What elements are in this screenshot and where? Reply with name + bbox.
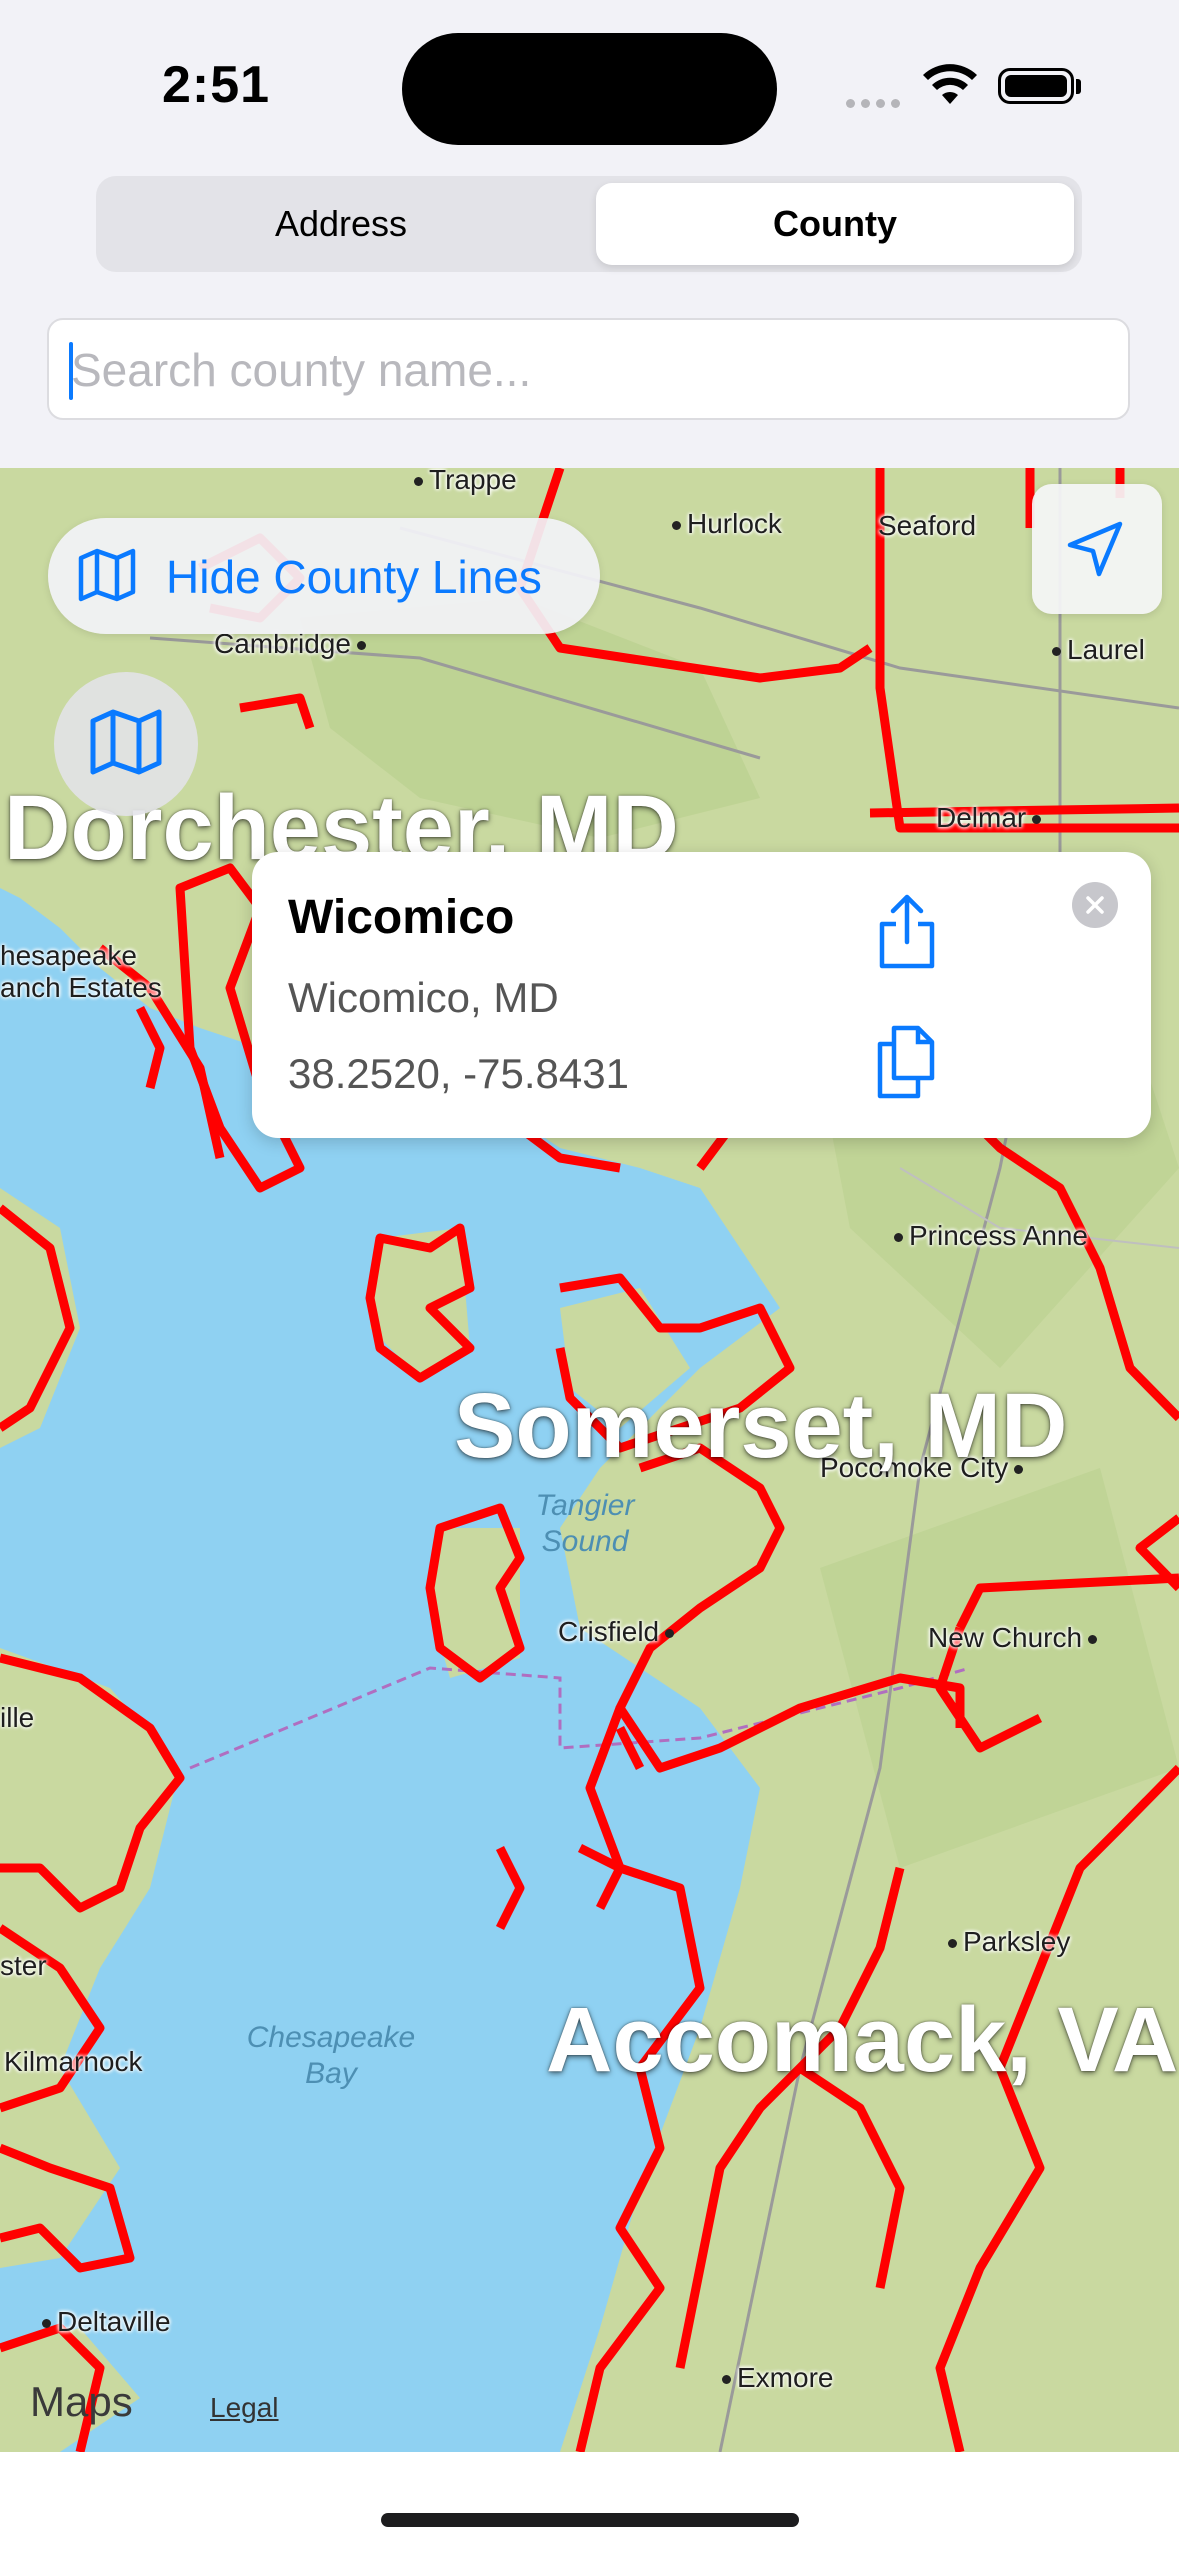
segment-county[interactable]: County bbox=[596, 183, 1074, 265]
place-laurel: Laurel bbox=[1052, 634, 1145, 666]
county-label-somerset: Somerset, MD bbox=[454, 1375, 1068, 1477]
legal-link[interactable]: Legal bbox=[210, 2392, 279, 2424]
segment-address[interactable]: Address bbox=[102, 183, 580, 265]
place-deltaville: Deltaville bbox=[42, 2306, 171, 2338]
text-caret bbox=[69, 342, 73, 400]
popup-subtitle: Wicomico, MD bbox=[288, 974, 559, 1021]
battery-icon bbox=[998, 68, 1074, 104]
home-indicator[interactable] bbox=[381, 2513, 799, 2527]
hide-county-lines-label: Hide County Lines bbox=[166, 551, 542, 603]
place-ille: ille bbox=[0, 1702, 35, 1733]
water-label-chesapeake-bay: Chesapeake Bay bbox=[246, 2021, 416, 2090]
current-location-button[interactable] bbox=[1032, 484, 1162, 614]
county-info-popup: Wicomico Wicomico, MD 38.2520, -75.8431 bbox=[252, 852, 1151, 1138]
place-new-church: New Church bbox=[928, 1622, 1103, 1654]
battery-cap bbox=[1076, 79, 1081, 94]
close-icon bbox=[1086, 896, 1104, 914]
place-delmar: Delmar bbox=[936, 802, 1047, 834]
search-mode-segmented-control: Address County bbox=[96, 176, 1082, 272]
place-crisfield: Crisfield bbox=[558, 1616, 680, 1648]
search-input[interactable] bbox=[69, 334, 1093, 406]
map-icon bbox=[78, 548, 136, 602]
county-label-accomack: Accomack, VA bbox=[546, 1989, 1179, 2091]
place-chesapeake-ranch-2: anch Estates bbox=[0, 972, 162, 1003]
apple-maps-logo: Maps bbox=[30, 2378, 133, 2425]
cellular-signal-icon bbox=[846, 95, 906, 113]
popup-title: Wicomico bbox=[288, 891, 515, 944]
status-time: 2:51 bbox=[162, 56, 271, 114]
popup-coordinates: 38.2520, -75.8431 bbox=[288, 1050, 629, 1097]
share-button[interactable] bbox=[872, 892, 942, 972]
map-view[interactable]: Trappe Hurlock Seaford Cambridge Laurel … bbox=[0, 468, 1179, 2452]
search-field bbox=[47, 318, 1130, 420]
place-kilmarnock: Kilmarnock bbox=[4, 2046, 143, 2077]
close-popup-button[interactable] bbox=[1072, 882, 1118, 928]
place-hurlock: Hurlock bbox=[672, 508, 782, 540]
map-icon bbox=[90, 709, 162, 775]
place-princess-anne: Princess Anne bbox=[894, 1220, 1088, 1252]
copy-icon bbox=[877, 1025, 935, 1099]
place-trappe: Trappe bbox=[414, 468, 517, 496]
dynamic-island bbox=[402, 33, 777, 145]
map-style-button[interactable] bbox=[54, 672, 198, 816]
place-seaford: Seaford bbox=[878, 510, 977, 541]
bottom-safe-area bbox=[0, 2452, 1179, 2556]
location-arrow-icon bbox=[1067, 521, 1123, 577]
place-ster: ster bbox=[0, 1950, 47, 1981]
place-parksley: Parksley bbox=[948, 1926, 1070, 1958]
hide-county-lines-button[interactable]: Hide County Lines bbox=[48, 518, 600, 634]
place-exmore: Exmore bbox=[722, 2362, 833, 2394]
copy-button[interactable] bbox=[872, 1022, 942, 1102]
water-label-tangier-sound: Tangier Sound bbox=[535, 1489, 635, 1558]
share-icon bbox=[879, 894, 935, 969]
wifi-icon bbox=[923, 64, 977, 104]
place-chesapeake-ranch-1: hesapeake bbox=[0, 940, 138, 971]
